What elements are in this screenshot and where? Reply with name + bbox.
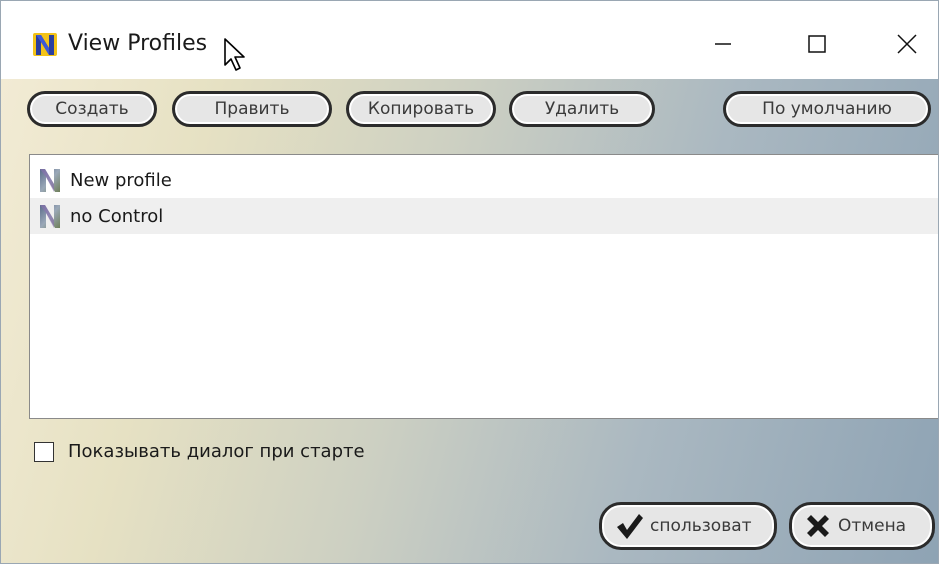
mouse-pointer-icon: [224, 38, 245, 71]
profile-n-icon: [40, 169, 60, 192]
checkmark-icon: [617, 514, 643, 539]
maximize-button[interactable]: [787, 21, 847, 67]
minimize-button[interactable]: [693, 21, 753, 67]
show-dialog-label: Показывать диалог при старте: [68, 441, 365, 462]
edit-button[interactable]: Править: [172, 91, 332, 127]
cancel-x-icon: [807, 515, 829, 537]
list-item[interactable]: New profile: [30, 162, 938, 198]
create-button[interactable]: Создать: [27, 91, 157, 127]
list-item[interactable]: no Control: [30, 198, 938, 234]
delete-button[interactable]: Удалить: [509, 91, 655, 127]
show-dialog-checkbox[interactable]: [34, 442, 54, 462]
cancel-button[interactable]: Отмена: [789, 502, 935, 550]
close-icon: [897, 34, 917, 54]
app-n-icon: [33, 33, 57, 56]
copy-button[interactable]: Копировать: [346, 91, 496, 127]
profile-n-icon: [40, 205, 60, 228]
profile-label: New profile: [70, 169, 172, 191]
use-profile-button[interactable]: спользоват: [599, 502, 777, 550]
profile-label: no Control: [70, 205, 164, 227]
title-bar[interactable]: View Profiles: [1, 1, 938, 79]
close-button[interactable]: [877, 21, 937, 67]
maximize-icon: [808, 35, 826, 53]
minimize-icon: [715, 43, 731, 45]
use-profile-label: спользоват: [650, 516, 752, 536]
profiles-list[interactable]: New profile no Control: [29, 154, 938, 419]
cancel-label: Отмена: [838, 516, 907, 536]
window-title: View Profiles: [68, 31, 208, 56]
view-profiles-window: View Profiles Создать Править Копировать…: [0, 0, 939, 564]
set-default-button[interactable]: По умолчанию: [723, 91, 931, 127]
